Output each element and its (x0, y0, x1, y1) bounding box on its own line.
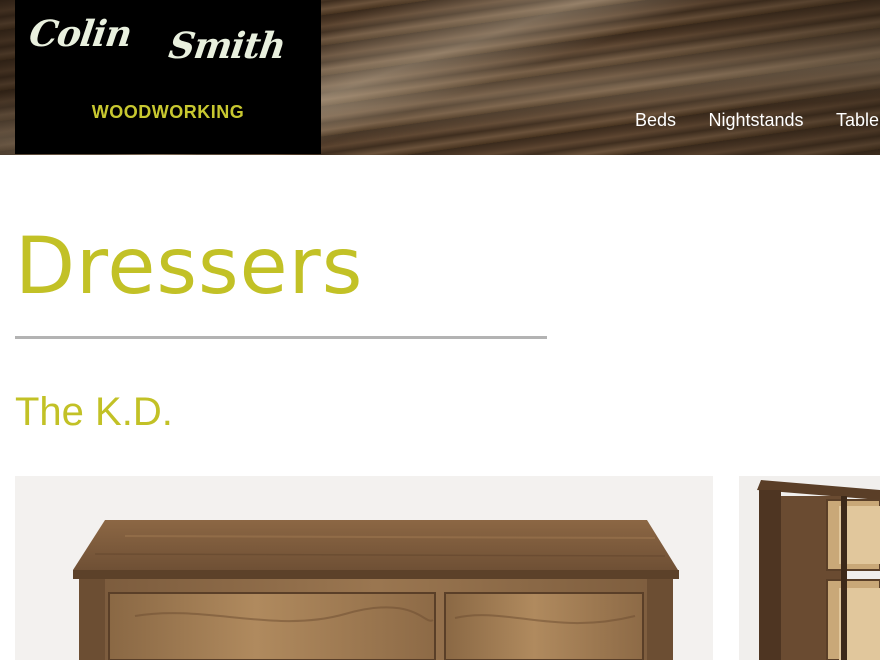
nav-link-nightstands[interactable]: Nightstands (708, 110, 803, 131)
title-divider (15, 336, 547, 339)
dresser-front-illustration (15, 476, 713, 660)
nav-link-tables[interactable]: Table (836, 110, 879, 131)
logo-script-last: Smith (166, 25, 288, 67)
logo-script-first: Colin (26, 13, 134, 55)
dresser-side-illustration (739, 476, 880, 660)
product-photo-main[interactable] (15, 476, 713, 660)
site-header: Colin Smith WOODWORKING Beds Nightstands … (0, 0, 880, 155)
product-photo-side[interactable] (739, 476, 880, 660)
nav-link-beds[interactable]: Beds (635, 110, 676, 131)
logo-script: Colin Smith (12, 13, 324, 67)
main-nav: Beds Nightstands Table (635, 110, 880, 131)
site-logo[interactable]: Colin Smith WOODWORKING (15, 0, 321, 154)
logo-subtitle: WOODWORKING (91, 102, 245, 122)
page-title: Dressers (15, 222, 364, 312)
product-title: The K.D. (15, 390, 173, 434)
